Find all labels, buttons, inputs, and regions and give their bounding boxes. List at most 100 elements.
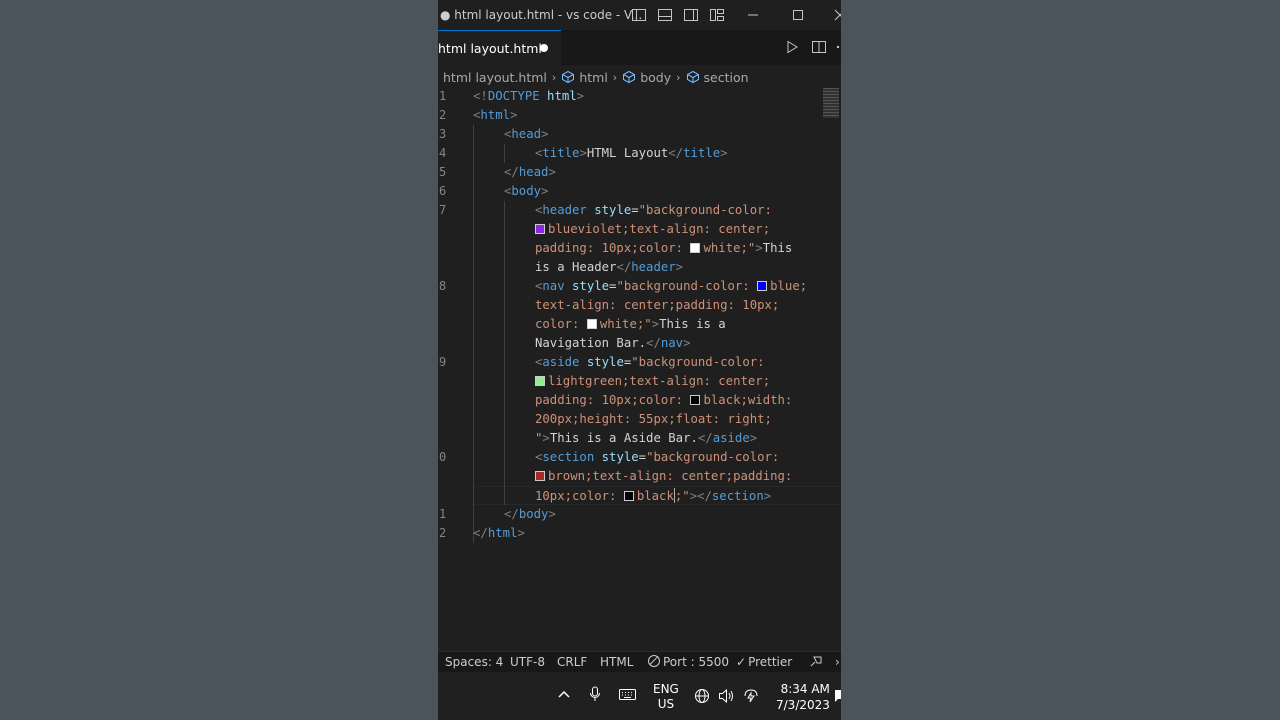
code-token: style bbox=[594, 450, 639, 464]
code-line: <html> bbox=[473, 108, 517, 122]
element-icon bbox=[622, 70, 636, 84]
code-token: <! bbox=[473, 89, 488, 103]
windows-taskbar: ENG US 8:34 AM 7/3/2023 bbox=[438, 672, 841, 720]
breadcrumb-item-section[interactable]: section bbox=[704, 70, 749, 85]
code-token: blue; bbox=[770, 279, 808, 293]
network-globe-icon[interactable] bbox=[694, 688, 710, 704]
chevron-right-icon: › bbox=[676, 70, 681, 84]
code-token: black;width: bbox=[703, 393, 793, 407]
live-server-status[interactable]: Port : 5500 bbox=[648, 655, 729, 669]
microphone-icon[interactable] bbox=[589, 686, 601, 702]
code-token: html bbox=[539, 89, 577, 103]
code-line: brown;text-align: center;padding: bbox=[535, 469, 792, 483]
code-token: "background-color: bbox=[638, 203, 772, 217]
code-token: "background-color: bbox=[631, 355, 765, 369]
color-swatch-blue[interactable] bbox=[757, 281, 768, 291]
prettier-status[interactable]: ✓ Prettier bbox=[736, 655, 792, 669]
color-swatch-black[interactable] bbox=[690, 395, 701, 405]
vscode-window: ● html layout.html - vs code - V... html… bbox=[438, 0, 841, 720]
code-token: title bbox=[542, 146, 580, 160]
code-token: blueviolet;text-align: center; bbox=[548, 222, 771, 236]
color-swatch-black[interactable] bbox=[623, 491, 634, 501]
code-token: > bbox=[510, 108, 518, 122]
battery-charging-icon[interactable] bbox=[742, 687, 760, 704]
tab-html-layout[interactable]: html layout.html bbox=[438, 30, 561, 65]
close-icon[interactable] bbox=[832, 7, 841, 23]
line-number: 3 bbox=[439, 127, 447, 141]
clock-time: 8:34 AM bbox=[780, 682, 830, 696]
code-token: > bbox=[675, 260, 684, 274]
code-token: lightgreen;text-align: center; bbox=[548, 374, 771, 388]
code-token: </ bbox=[697, 431, 713, 445]
breadcrumb-item-body[interactable]: body bbox=[640, 70, 671, 85]
indentation-status[interactable]: Spaces: 4 bbox=[445, 655, 503, 669]
eol-status[interactable]: CRLF bbox=[557, 655, 587, 669]
breadcrumb-item-html[interactable]: html bbox=[579, 70, 607, 85]
split-editor-icon[interactable] bbox=[811, 39, 827, 55]
system-clock[interactable]: 8:34 AM 7/3/2023 bbox=[776, 681, 830, 713]
volume-icon[interactable] bbox=[718, 688, 735, 704]
input-language[interactable]: ENG US bbox=[653, 682, 679, 712]
line-number: 2 bbox=[439, 108, 447, 122]
code-line: <section style="background-color: bbox=[535, 450, 779, 464]
code-token: > bbox=[755, 241, 763, 255]
breadcrumb-file[interactable]: html layout.html bbox=[443, 70, 547, 85]
run-icon[interactable] bbox=[784, 39, 800, 55]
notifications-icon[interactable]: › bbox=[835, 655, 840, 669]
code-line: <head> bbox=[504, 127, 548, 141]
code-line: color: white;">This is a bbox=[535, 317, 726, 331]
code-token: > bbox=[763, 489, 772, 503]
code-token: color: bbox=[535, 317, 587, 331]
code-token: > bbox=[541, 127, 549, 141]
toggle-panel-icon[interactable] bbox=[657, 7, 673, 23]
code-token: header bbox=[542, 203, 587, 217]
code-token: This is a bbox=[659, 317, 726, 331]
color-swatch-blueviolet[interactable] bbox=[535, 224, 545, 234]
feedback-icon[interactable] bbox=[809, 655, 823, 672]
maximize-icon[interactable] bbox=[790, 7, 806, 23]
code-line: </html> bbox=[473, 526, 525, 540]
code-token: nav bbox=[660, 336, 684, 350]
code-token: </ bbox=[473, 526, 488, 540]
customize-layout-icon[interactable] bbox=[709, 7, 725, 23]
language-code: ENG bbox=[653, 682, 679, 696]
color-swatch-brown[interactable] bbox=[535, 471, 545, 481]
code-token: Navigation Bar. bbox=[535, 336, 647, 350]
code-line: </body> bbox=[504, 507, 556, 521]
code-token: > bbox=[651, 317, 660, 331]
tab-label: html layout.html bbox=[438, 41, 542, 56]
code-token: </ bbox=[646, 336, 661, 350]
code-token: </ bbox=[504, 165, 519, 179]
chevron-up-icon[interactable] bbox=[557, 689, 571, 699]
color-swatch-lightgreen[interactable] bbox=[535, 376, 545, 386]
code-token: html bbox=[487, 526, 518, 540]
notification-center-icon[interactable] bbox=[834, 688, 841, 704]
code-token: </ bbox=[504, 507, 519, 521]
code-token: This bbox=[762, 241, 793, 255]
code-token: > bbox=[749, 431, 758, 445]
code-token: </ bbox=[668, 146, 684, 160]
line-number: 9 bbox=[439, 355, 447, 369]
code-line: text-align: center;padding: 10px; bbox=[535, 298, 779, 312]
code-token: aside bbox=[712, 431, 750, 445]
code-token: style bbox=[564, 279, 610, 293]
keyboard-icon[interactable] bbox=[619, 689, 636, 700]
code-token: title bbox=[683, 146, 721, 160]
unsaved-dot-icon[interactable] bbox=[540, 44, 548, 52]
encoding-status[interactable]: UTF-8 bbox=[510, 655, 545, 669]
code-line: <body> bbox=[504, 184, 548, 198]
code-token: head bbox=[511, 127, 542, 141]
language-mode-status[interactable]: HTML bbox=[600, 655, 633, 669]
code-token: > bbox=[548, 507, 556, 521]
toggle-primary-sidebar-icon[interactable] bbox=[631, 7, 647, 23]
toggle-secondary-sidebar-icon[interactable] bbox=[683, 7, 699, 23]
code-token: = bbox=[631, 203, 639, 217]
code-editor[interactable]: 1 2 3 4 5 6 7 8 9 0 1 2 <!DOCTYPE html> … bbox=[438, 87, 841, 647]
color-swatch-white[interactable] bbox=[690, 243, 701, 253]
code-token: > bbox=[548, 165, 556, 179]
element-icon bbox=[686, 70, 700, 84]
more-actions-icon[interactable] bbox=[835, 39, 841, 55]
color-swatch-white[interactable] bbox=[586, 319, 597, 329]
minimize-icon[interactable] bbox=[745, 7, 761, 23]
code-line: </head> bbox=[504, 165, 556, 179]
